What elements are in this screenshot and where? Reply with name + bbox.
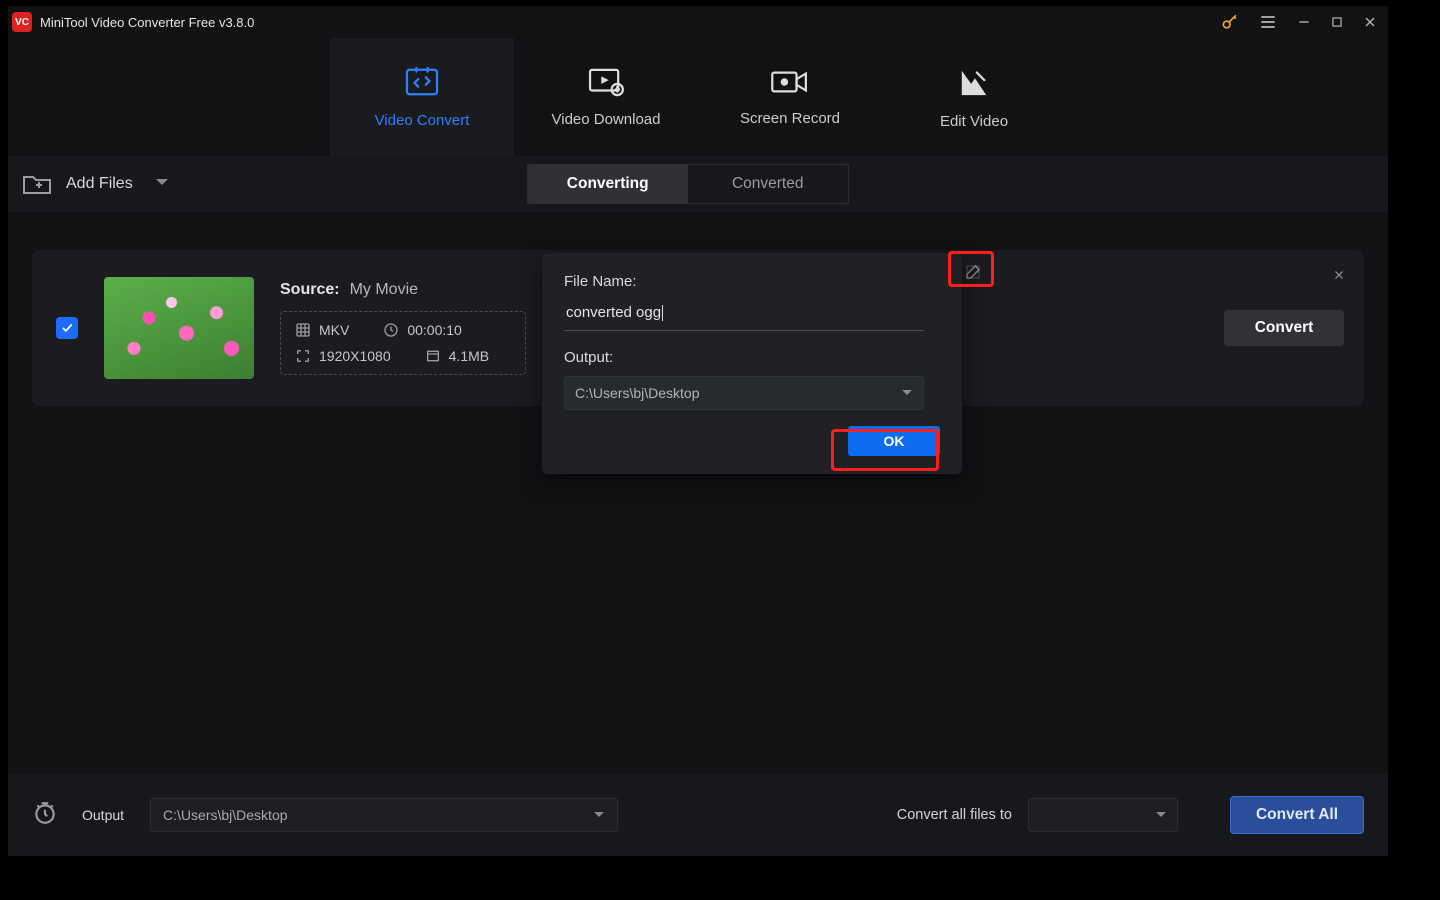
convert-button[interactable]: Convert: [1224, 310, 1344, 346]
app-logo-icon: VC: [12, 12, 32, 32]
footer-bar: Output C:\Users\bj\Desktop Convert all f…: [8, 774, 1388, 856]
output-path-select[interactable]: C:\Users\bj\Desktop: [150, 798, 618, 832]
output-label: Output: [82, 807, 124, 823]
video-thumbnail[interactable]: [104, 277, 254, 379]
format-value: MKV: [319, 322, 349, 338]
remove-file-icon[interactable]: [1332, 268, 1346, 287]
tab-edit-video-label: Edit Video: [940, 113, 1008, 130]
convert-all-button[interactable]: Convert All: [1230, 796, 1364, 834]
duration-value: 00:00:10: [407, 322, 462, 338]
window-controls: [1220, 12, 1388, 32]
filename-value: converted ogg: [566, 304, 661, 321]
tab-edit-video[interactable]: Edit Video: [882, 38, 1066, 156]
tab-video-convert[interactable]: Video Convert: [330, 38, 514, 156]
menu-icon[interactable]: [1258, 12, 1278, 32]
rename-dialog: File Name: converted ogg Output: C:\User…: [542, 253, 962, 474]
tab-video-download-label: Video Download: [552, 111, 661, 128]
size-value: 4.1MB: [449, 348, 489, 364]
file-details: MKV 00:00:10 1920X1080: [280, 311, 526, 375]
source-name: My Movie: [350, 281, 418, 299]
add-files-button[interactable]: Add Files: [22, 172, 169, 196]
tab-screen-record[interactable]: Screen Record: [698, 38, 882, 156]
key-icon[interactable]: [1220, 12, 1240, 32]
app-title: MiniTool Video Converter Free v3.8.0: [40, 15, 254, 30]
file-checkbox[interactable]: [56, 317, 78, 339]
tab-video-download[interactable]: Video Download: [514, 38, 698, 156]
output-path-value: C:\Users\bj\Desktop: [575, 385, 699, 401]
size-cell: 4.1MB: [425, 348, 489, 364]
close-icon[interactable]: [1362, 14, 1378, 30]
segment-converted[interactable]: Converted: [688, 165, 848, 203]
main-nav: Video Convert Video Download Screen Reco…: [8, 38, 1388, 156]
output-path-dropdown[interactable]: C:\Users\bj\Desktop: [564, 376, 924, 410]
source-label: Source:: [280, 281, 340, 299]
resolution-cell: 1920X1080: [295, 348, 391, 364]
folder-plus-icon: [22, 172, 52, 196]
convert-all-label: Convert all files to: [897, 807, 1012, 823]
filename-label: File Name:: [564, 273, 940, 290]
output-path-value: C:\Users\bj\Desktop: [163, 807, 287, 823]
minimize-icon[interactable]: [1296, 14, 1312, 30]
target-format-select[interactable]: [1028, 798, 1178, 832]
tab-screen-record-label: Screen Record: [740, 110, 840, 127]
status-segment: Converting Converted: [527, 164, 849, 204]
add-files-label: Add Files: [66, 175, 133, 193]
duration-cell: 00:00:10: [383, 322, 462, 338]
chevron-down-icon: [1155, 811, 1167, 819]
chevron-down-icon: [155, 175, 169, 193]
schedule-icon[interactable]: [32, 800, 58, 831]
output-label: Output:: [564, 349, 940, 366]
resolution-value: 1920X1080: [319, 348, 391, 364]
filename-input[interactable]: converted ogg: [564, 302, 924, 331]
maximize-icon[interactable]: [1330, 15, 1344, 29]
edit-filename-icon[interactable]: [961, 260, 985, 284]
title-bar: VC MiniTool Video Converter Free v3.8.0: [8, 6, 1388, 38]
ok-button[interactable]: OK: [848, 426, 940, 456]
chevron-down-icon: [901, 389, 913, 397]
sub-toolbar: Add Files Converting Converted: [8, 156, 1388, 212]
segment-converting[interactable]: Converting: [528, 165, 688, 203]
format-cell: MKV: [295, 322, 349, 338]
text-caret-icon: [662, 305, 663, 321]
chevron-down-icon: [593, 811, 605, 819]
tab-video-convert-label: Video Convert: [375, 112, 470, 129]
